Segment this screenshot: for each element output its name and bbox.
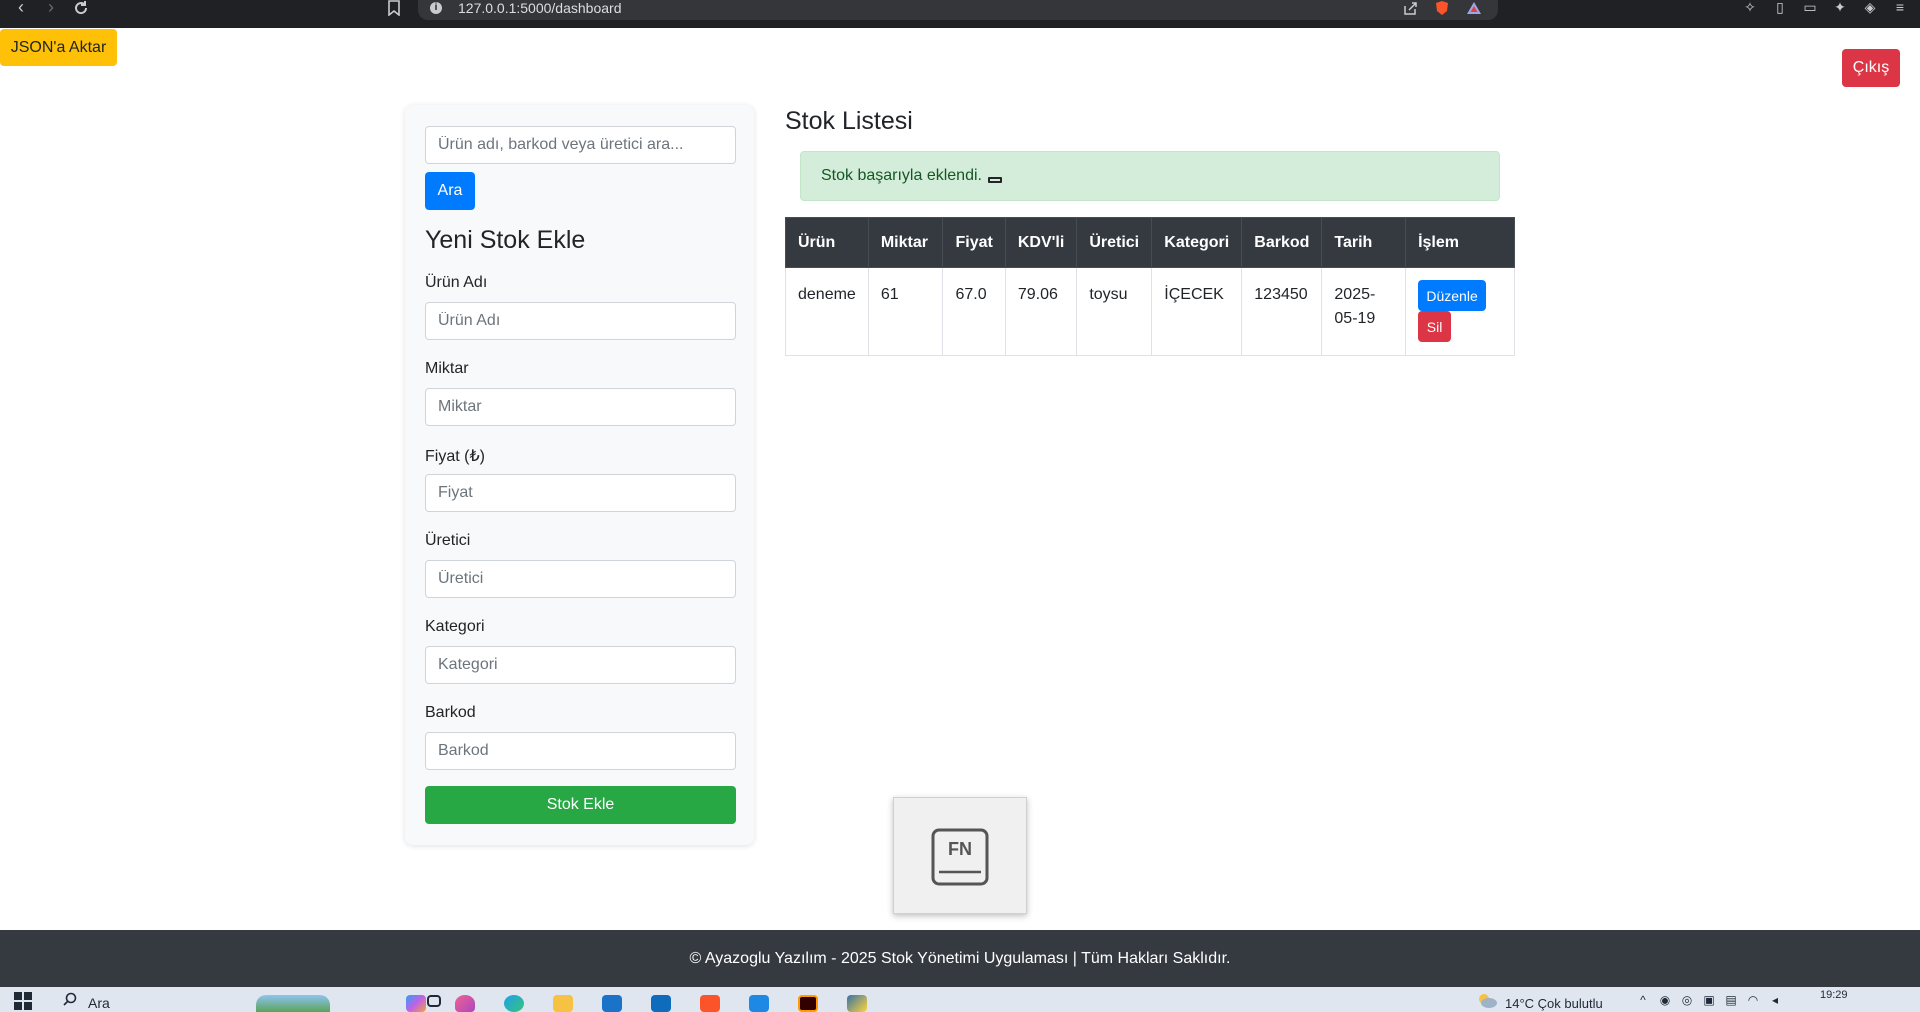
system-tray: ^ ◉ ◎ ▣ ▤ ◠ ◂ (1636, 993, 1782, 1007)
forward-icon[interactable]: › (42, 0, 60, 16)
column-header-product: Ürün (785, 217, 869, 268)
column-header-category: Kategori (1151, 217, 1243, 268)
weather-text[interactable]: 14°C Çok bulutlu (1505, 996, 1603, 1011)
stock-list-title: Stok Listesi (785, 107, 913, 135)
fn-key-icon: FN (931, 828, 989, 886)
close-icon[interactable] (987, 176, 1002, 183)
search-icon[interactable] (62, 991, 78, 1007)
copilot-icon[interactable] (392, 989, 441, 1012)
menu-icon[interactable]: ≡ (1892, 0, 1908, 16)
product-name-field[interactable] (425, 302, 736, 340)
sidebar-icon[interactable]: ▯ (1772, 0, 1788, 16)
stock-table: Ürün Miktar Fiyat KDV'li Üretici Kategor… (785, 217, 1515, 356)
barcode-field[interactable] (425, 732, 736, 770)
cell-barcode: 123450 (1241, 267, 1323, 356)
tray-app-icon[interactable]: ▣ (1702, 993, 1716, 1007)
illustrator-icon[interactable] (784, 989, 833, 1012)
site-info-icon[interactable]: i (430, 2, 442, 14)
category-field[interactable] (425, 646, 736, 684)
chevron-up-icon[interactable]: ^ (1636, 993, 1650, 1007)
alert-message: Stok başarıyla eklendi. (821, 167, 982, 184)
app-icon[interactable] (441, 989, 490, 1012)
edge-icon[interactable] (490, 989, 539, 1012)
cell-product: deneme (785, 267, 869, 356)
extensions-icon[interactable]: ✧ (1742, 0, 1758, 16)
python-icon[interactable] (833, 989, 882, 1012)
windows-start-icon[interactable] (14, 992, 32, 1010)
landscape-widget-icon[interactable] (256, 989, 330, 1012)
cell-producer: toysu (1076, 267, 1153, 356)
column-header-producer: Üretici (1076, 217, 1153, 268)
delete-button[interactable]: Sil (1418, 311, 1452, 342)
add-stock-button[interactable]: Stok Ekle (425, 786, 736, 824)
barcode-label: Barkod (425, 704, 476, 721)
column-header-date: Tarih (1321, 217, 1407, 268)
weather-icon[interactable] (1476, 991, 1498, 1009)
column-header-barcode: Barkod (1241, 217, 1323, 268)
stock-form-card: Ara Yeni Stok Ekle Ürün Adı Miktar Fiyat… (405, 105, 754, 845)
task-view-icon[interactable] (331, 989, 441, 1012)
quantity-field[interactable] (425, 388, 736, 426)
footer-text: © Ayazoglu Yazılım - 2025 Stok Yönetimi … (689, 950, 1231, 967)
product-name-label: Ürün Adı (425, 274, 488, 291)
cell-vat-price: 79.06 (1004, 267, 1078, 356)
table-header-row: Ürün Miktar Fiyat KDV'li Üretici Kategor… (785, 217, 1515, 268)
fn-key-overlay: FN (893, 797, 1027, 914)
leo-ai-icon[interactable]: ✦ (1832, 0, 1848, 16)
export-json-button[interactable]: JSON'a Aktar (0, 29, 117, 66)
address-bar[interactable]: i 127.0.0.1:5000/dashboard (418, 0, 1498, 20)
logout-button[interactable]: Çıkış (1842, 49, 1900, 87)
tray-app-icon[interactable]: ◉ (1658, 993, 1672, 1007)
cell-date: 2025-05-19 (1321, 267, 1407, 356)
producer-label: Üretici (425, 532, 471, 549)
cell-price: 67.0 (942, 267, 1006, 356)
price-label: Fiyat (₺) (425, 448, 485, 465)
column-header-actions: İşlem (1405, 217, 1515, 268)
table-row: deneme 61 67.0 79.06 toysu İÇECEK 123450… (785, 267, 1515, 356)
column-header-price: Fiyat (942, 217, 1006, 268)
volume-icon[interactable]: ◂ (1768, 993, 1782, 1007)
tray-app-icon[interactable]: ◎ (1680, 993, 1694, 1007)
taskbar-search-label[interactable]: Ara (88, 995, 110, 1011)
brave-rewards-icon[interactable] (1466, 0, 1482, 16)
search-button[interactable]: Ara (425, 172, 475, 210)
store-icon[interactable] (588, 989, 637, 1012)
taskbar-apps (256, 989, 441, 1012)
cell-actions: Düzenle Sil (1405, 267, 1515, 356)
cell-category: İÇECEK (1151, 267, 1243, 356)
wifi-icon[interactable]: ◠ (1746, 993, 1760, 1007)
wallet-icon[interactable]: ▭ (1802, 0, 1818, 16)
cell-quantity: 61 (867, 267, 944, 356)
edit-button[interactable]: Düzenle (1418, 280, 1487, 311)
search-input[interactable] (425, 126, 736, 164)
column-header-quantity: Miktar (867, 217, 944, 268)
bookmark-icon[interactable] (388, 0, 404, 17)
reload-icon[interactable] (72, 0, 90, 16)
quantity-label: Miktar (425, 360, 469, 377)
clock[interactable]: 19:29 (1820, 989, 1848, 1001)
producer-field[interactable] (425, 560, 736, 598)
share-icon[interactable] (1402, 0, 1418, 16)
taskbar: Ara 14°C Çok bulutlu ^ ◉ ◎ ▣ ▤ ◠ ◂ 19:29 (0, 987, 1920, 1012)
footer: © Ayazoglu Yazılım - 2025 Stok Yönetimi … (0, 930, 1920, 987)
tray-app-icon[interactable]: ▤ (1724, 993, 1738, 1007)
back-icon[interactable]: ‹ (12, 0, 30, 16)
fn-key-label: FN (948, 839, 972, 859)
price-field[interactable] (425, 474, 736, 512)
column-header-vat-price: KDV'li (1004, 217, 1078, 268)
brave-browser-icon[interactable] (686, 989, 735, 1012)
form-title: Yeni Stok Ekle (425, 226, 586, 254)
url-text[interactable]: 127.0.0.1:5000/dashboard (458, 0, 621, 16)
brave-shield-icon[interactable] (1434, 0, 1450, 16)
vpn-icon[interactable]: ◈ (1862, 0, 1878, 16)
browser-toolbar: ‹ › i 127.0.0.1:5000/dashboard ✧ ▯ ▭ ✦ ◈… (0, 0, 1920, 28)
vscode-icon[interactable] (735, 989, 784, 1012)
outlook-icon[interactable] (637, 989, 686, 1012)
file-explorer-icon[interactable] (539, 989, 588, 1012)
success-alert: Stok başarıyla eklendi. (800, 151, 1500, 201)
category-label: Kategori (425, 618, 485, 635)
